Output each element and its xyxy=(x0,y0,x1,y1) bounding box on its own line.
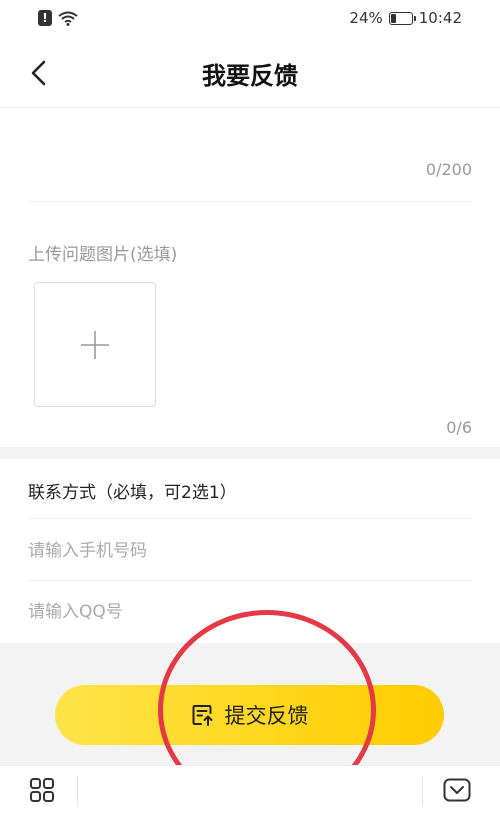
upload-label: 上传问题图片(选填) xyxy=(28,245,178,265)
divider xyxy=(28,580,472,581)
phone-input[interactable] xyxy=(28,531,472,571)
navigation-bar: 我要反馈 xyxy=(0,38,500,108)
bottom-toolbar xyxy=(0,765,500,815)
add-image-button[interactable] xyxy=(34,282,156,407)
sim-alert-icon xyxy=(38,10,52,26)
battery-icon xyxy=(388,11,416,25)
feedback-textarea[interactable] xyxy=(28,110,472,160)
contact-title: 联系方式（必填，可2选1） xyxy=(28,483,237,503)
collapse-down-icon xyxy=(443,778,471,802)
divider xyxy=(28,518,472,519)
battery-level: 24% xyxy=(349,9,383,27)
char-counter: 0/200 xyxy=(425,160,472,179)
image-counter: 0/6 xyxy=(446,418,472,437)
page-title: 我要反馈 xyxy=(202,61,298,90)
collapse-button[interactable] xyxy=(442,776,472,804)
wifi-icon xyxy=(58,11,78,26)
grid-icon xyxy=(30,778,54,802)
submit-label: 提交反馈 xyxy=(224,704,309,728)
section-divider xyxy=(0,447,500,459)
battery-fill xyxy=(390,13,396,23)
status-bar: 24% 10:42 xyxy=(0,0,500,38)
status-icons-left xyxy=(38,10,78,26)
qq-input[interactable] xyxy=(28,592,472,632)
clock: 10:42 xyxy=(418,9,462,27)
feedback-description: 0/200 xyxy=(28,110,472,202)
submit-feedback-button[interactable]: 提交反馈 xyxy=(55,685,444,745)
plus-icon xyxy=(81,330,109,359)
toolbar-divider xyxy=(422,776,423,806)
edit-upload-icon xyxy=(192,705,212,726)
toolbar-divider xyxy=(77,776,78,806)
status-icons-right: 24% 10:42 xyxy=(349,9,462,27)
menu-button[interactable] xyxy=(28,776,56,804)
